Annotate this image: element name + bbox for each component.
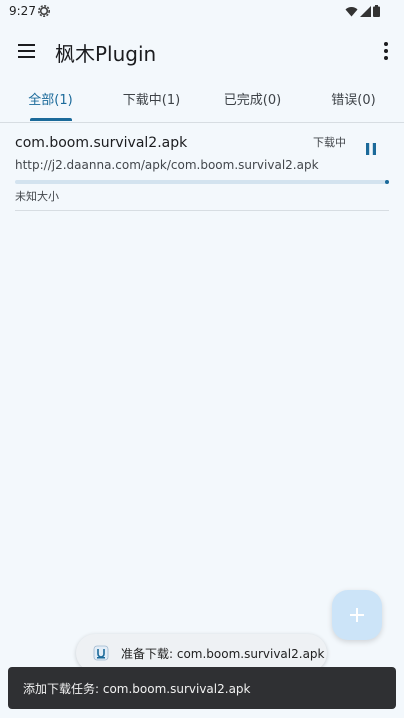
download-list-item[interactable]: com.boom.survival2.apk 下载中 http://j2.daa…	[15, 128, 389, 211]
gear-icon	[38, 5, 50, 17]
download-progress-bar	[15, 180, 389, 184]
snackbar: 添加下载任务: com.boom.survival2.apk	[8, 667, 396, 709]
status-time: 9:27	[9, 4, 36, 18]
toast-text: 准备下载: com.boom.survival2.apk	[121, 647, 325, 661]
tab-error[interactable]: 错误(0)	[303, 84, 404, 120]
add-download-button[interactable]	[332, 590, 382, 640]
pause-icon[interactable]	[363, 141, 379, 157]
download-status: 下载中	[313, 136, 346, 149]
download-file-name: com.boom.survival2.apk	[15, 135, 188, 151]
download-size: 未知大小	[15, 190, 59, 203]
tab-completed[interactable]: 已完成(0)	[202, 84, 303, 120]
status-icons	[345, 5, 380, 17]
app-bar: 枫木Plugin	[0, 24, 404, 80]
app-icon	[93, 645, 109, 661]
plus-icon	[350, 608, 364, 622]
snackbar-text: 添加下载任务: com.boom.survival2.apk	[23, 682, 251, 696]
download-url: http://j2.daanna.com/apk/com.boom.surviv…	[15, 158, 319, 172]
wifi-icon	[345, 6, 358, 16]
battery-icon	[373, 5, 380, 17]
tab-all[interactable]: 全部(1)	[0, 84, 101, 120]
tab-downloading[interactable]: 下载中(1)	[101, 84, 202, 120]
status-bar: 9:27	[0, 0, 404, 24]
progress-end-dot	[385, 180, 389, 184]
app-title: 枫木Plugin	[55, 42, 157, 66]
tab-indicator	[30, 118, 72, 121]
more-vert-icon[interactable]	[382, 39, 390, 63]
menu-icon[interactable]	[14, 38, 40, 64]
tab-bar: 全部(1) 下载中(1) 已完成(0) 错误(0)	[0, 84, 404, 123]
signal-icon	[360, 5, 371, 17]
